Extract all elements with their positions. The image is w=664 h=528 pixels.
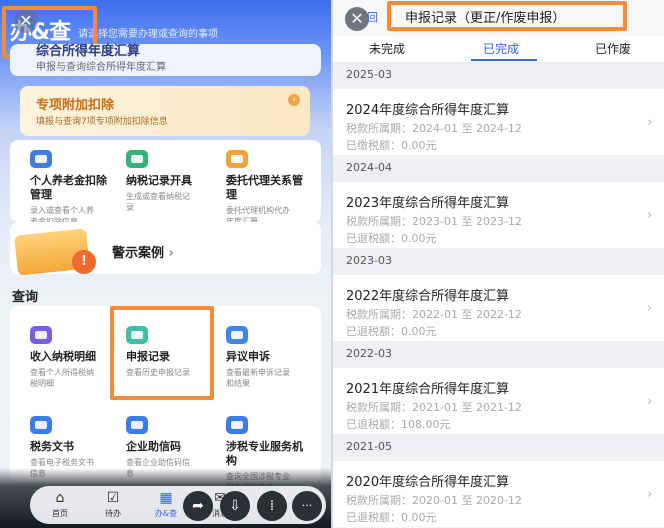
record-amount: 已退税额：0.00元	[346, 325, 437, 338]
warning-case-label: 警示案例 ›	[112, 246, 174, 261]
record-amount: 已缴税额：0.00元	[346, 139, 437, 152]
chevron-right-icon: ›	[647, 487, 653, 502]
service-name: 企业助信码	[126, 440, 181, 453]
record-title: 2020年度综合所得年度汇算	[346, 475, 510, 490]
year-header: 2021-05	[333, 434, 664, 461]
record-period: 税款所属期：2022-01 至 2022-12	[346, 308, 522, 321]
save-icon[interactable]: ⇩	[220, 491, 250, 521]
record-title: 2022年度综合所得年度汇算	[346, 289, 510, 304]
annual-settlement-title: 综合所得年度汇算	[36, 44, 141, 59]
query-section-title: 查询	[12, 290, 39, 305]
chevron-right-icon: ›	[288, 94, 300, 106]
record-title: 2023年度综合所得年度汇算	[346, 196, 510, 211]
record-title: 2024年度综合所得年度汇算	[346, 103, 510, 118]
more-icon[interactable]: ···	[292, 491, 322, 521]
tab-completed[interactable]: 已完成	[483, 40, 519, 57]
record-item[interactable]: 2023年度综合所得年度汇算 税款所属期：2023-01 至 2023-12 已退税…	[333, 182, 664, 248]
special-deduction-subtitle: 填报与查询7项专项附加扣除信息	[36, 117, 168, 127]
chevron-right-icon: ›	[647, 301, 653, 316]
nav-label: 待办	[105, 509, 121, 518]
service-name: 异议申诉	[226, 350, 270, 363]
special-deduction-title: 专项附加扣除	[36, 98, 115, 113]
service-name: 委托代理关系管理	[226, 174, 303, 201]
tab-incomplete[interactable]: 未完成	[369, 40, 405, 57]
declaration-records-screen: ✕ 回 申报记录（更正/作废申报） 未完成 已完成 已作废 2025-03 202…	[333, 0, 664, 528]
year-header: 2025-03	[333, 62, 664, 89]
handle-query-screen: 办&查 ✕ 请选择您需要办理或查询的事项 综合所得年度汇算 申报与查询综合所得年…	[0, 0, 331, 528]
service-icon	[30, 416, 52, 434]
todo-icon: ☑	[106, 490, 120, 506]
services_row1-item-first[interactable]: 个人养老金扣除管理录入或查看个人养老金扣除信息	[30, 150, 120, 226]
services_row2-item-third[interactable]: 异议申诉查看最新申诉记录 和结果	[226, 326, 316, 396]
record-item[interactable]: 2021年度综合所得年度汇算 税款所属期：2021-01 至 2021-12 已退税…	[333, 368, 664, 434]
services_row1-item-third[interactable]: 委托代理关系管理委托代理机构代办年度汇算	[226, 150, 316, 226]
home-icon: ⌂	[55, 490, 65, 506]
service-desc: 生成或查看纳税记录	[126, 192, 190, 212]
service-name: 收入纳税明细	[30, 350, 96, 363]
service-icon	[226, 150, 248, 168]
back-link[interactable]: 回	[367, 9, 378, 25]
year-label: 2025-03	[346, 68, 392, 81]
highlight-box-declaration-record	[110, 306, 214, 400]
record-title: 2021年度综合所得年度汇算	[346, 382, 510, 397]
service-desc: 查看个人所得税纳 税明细	[30, 368, 94, 388]
nav-handle-query[interactable]: ▦ 办&查	[146, 490, 186, 519]
nav-label: 办&查	[154, 509, 178, 518]
service-name: 个人养老金扣除 管理	[30, 174, 107, 201]
chevron-right-icon: ›	[647, 208, 653, 223]
screenshot-root: 办&查 ✕ 请选择您需要办理或查询的事项 综合所得年度汇算 申报与查询综合所得年…	[0, 0, 664, 528]
special-deduction-card[interactable]: 专项附加扣除 填报与查询7项专项附加扣除信息 ›	[20, 86, 310, 136]
year-header: 2024-04	[333, 155, 664, 182]
record-period: 税款所属期：2020-01 至 2020-12	[346, 494, 522, 507]
warning-case-banner[interactable]: ! 警示案例 ›	[10, 222, 321, 276]
service-icon	[30, 150, 52, 168]
close-icon[interactable]: ✕	[345, 7, 369, 31]
year-header: 2022-03	[333, 341, 664, 368]
service-icon	[226, 416, 248, 434]
chevron-right-icon: ›	[647, 115, 653, 130]
service-desc: 查看最新申诉记录 和结果	[226, 368, 290, 388]
record-amount: 已退税额：0.00元	[346, 232, 437, 245]
warning-folder-icon: !	[10, 224, 102, 276]
nav-home[interactable]: ⌂ 首页	[40, 490, 80, 519]
year-label: 2022-03	[346, 347, 392, 360]
record-item[interactable]: 2020年度综合所得年度汇算 税款所属期：2020-01 至 2020-12 已退税…	[333, 461, 664, 527]
record-period: 税款所属期：2021-01 至 2021-12	[346, 401, 522, 414]
tab-voided[interactable]: 已作废	[595, 40, 631, 57]
service-name: 涉税专业服务机构	[226, 440, 303, 467]
service-icon	[126, 416, 148, 434]
service-name: 纳税记录开具	[126, 174, 192, 187]
chevron-right-icon: ›	[647, 394, 653, 409]
annual-settlement-subtitle: 申报与查询综合所得年度汇算	[36, 62, 166, 73]
record-amount: 已退税额：108.00元	[346, 418, 451, 431]
service-name: 税务文书	[30, 440, 74, 453]
handle-query-icon: ▦	[159, 490, 173, 506]
record-item[interactable]: 2022年度综合所得年度汇算 税款所属期：2022-01 至 2022-12 已退税…	[333, 275, 664, 341]
record-item[interactable]: 2024年度综合所得年度汇算 税款所属期：2024-01 至 2024-12 已缴税…	[333, 89, 664, 155]
service-icon	[126, 150, 148, 168]
highlight-box-title	[387, 1, 627, 31]
record-period: 税款所属期：2024-01 至 2024-12	[346, 122, 522, 135]
services_row1-item-second[interactable]: 纳税记录开具生成或查看纳税记录	[126, 150, 216, 220]
year-label: 2021-05	[346, 440, 392, 453]
annual-settlement-card[interactable]: 综合所得年度汇算 申报与查询综合所得年度汇算	[10, 44, 321, 76]
apps-icon[interactable]: ⁞	[257, 491, 287, 521]
record-amount: 已退税额：0.00元	[346, 511, 437, 524]
year-label: 2023-03	[346, 254, 392, 267]
service-icon	[226, 326, 248, 344]
share-icon[interactable]: ➦	[183, 491, 213, 521]
service-icon	[30, 326, 52, 344]
year-header: 2023-03	[333, 248, 664, 275]
year-label: 2024-04	[346, 161, 392, 174]
nav-label: 首页	[52, 509, 68, 518]
record-period: 税款所属期：2023-01 至 2023-12	[346, 215, 522, 228]
services_row2-item-first[interactable]: 收入纳税明细查看个人所得税纳 税明细	[30, 326, 120, 396]
page-hint: 请选择您需要办理或查询的事项	[78, 29, 218, 40]
nav-todo[interactable]: ☑ 待办	[93, 490, 133, 519]
active-tab-indicator	[471, 59, 537, 61]
